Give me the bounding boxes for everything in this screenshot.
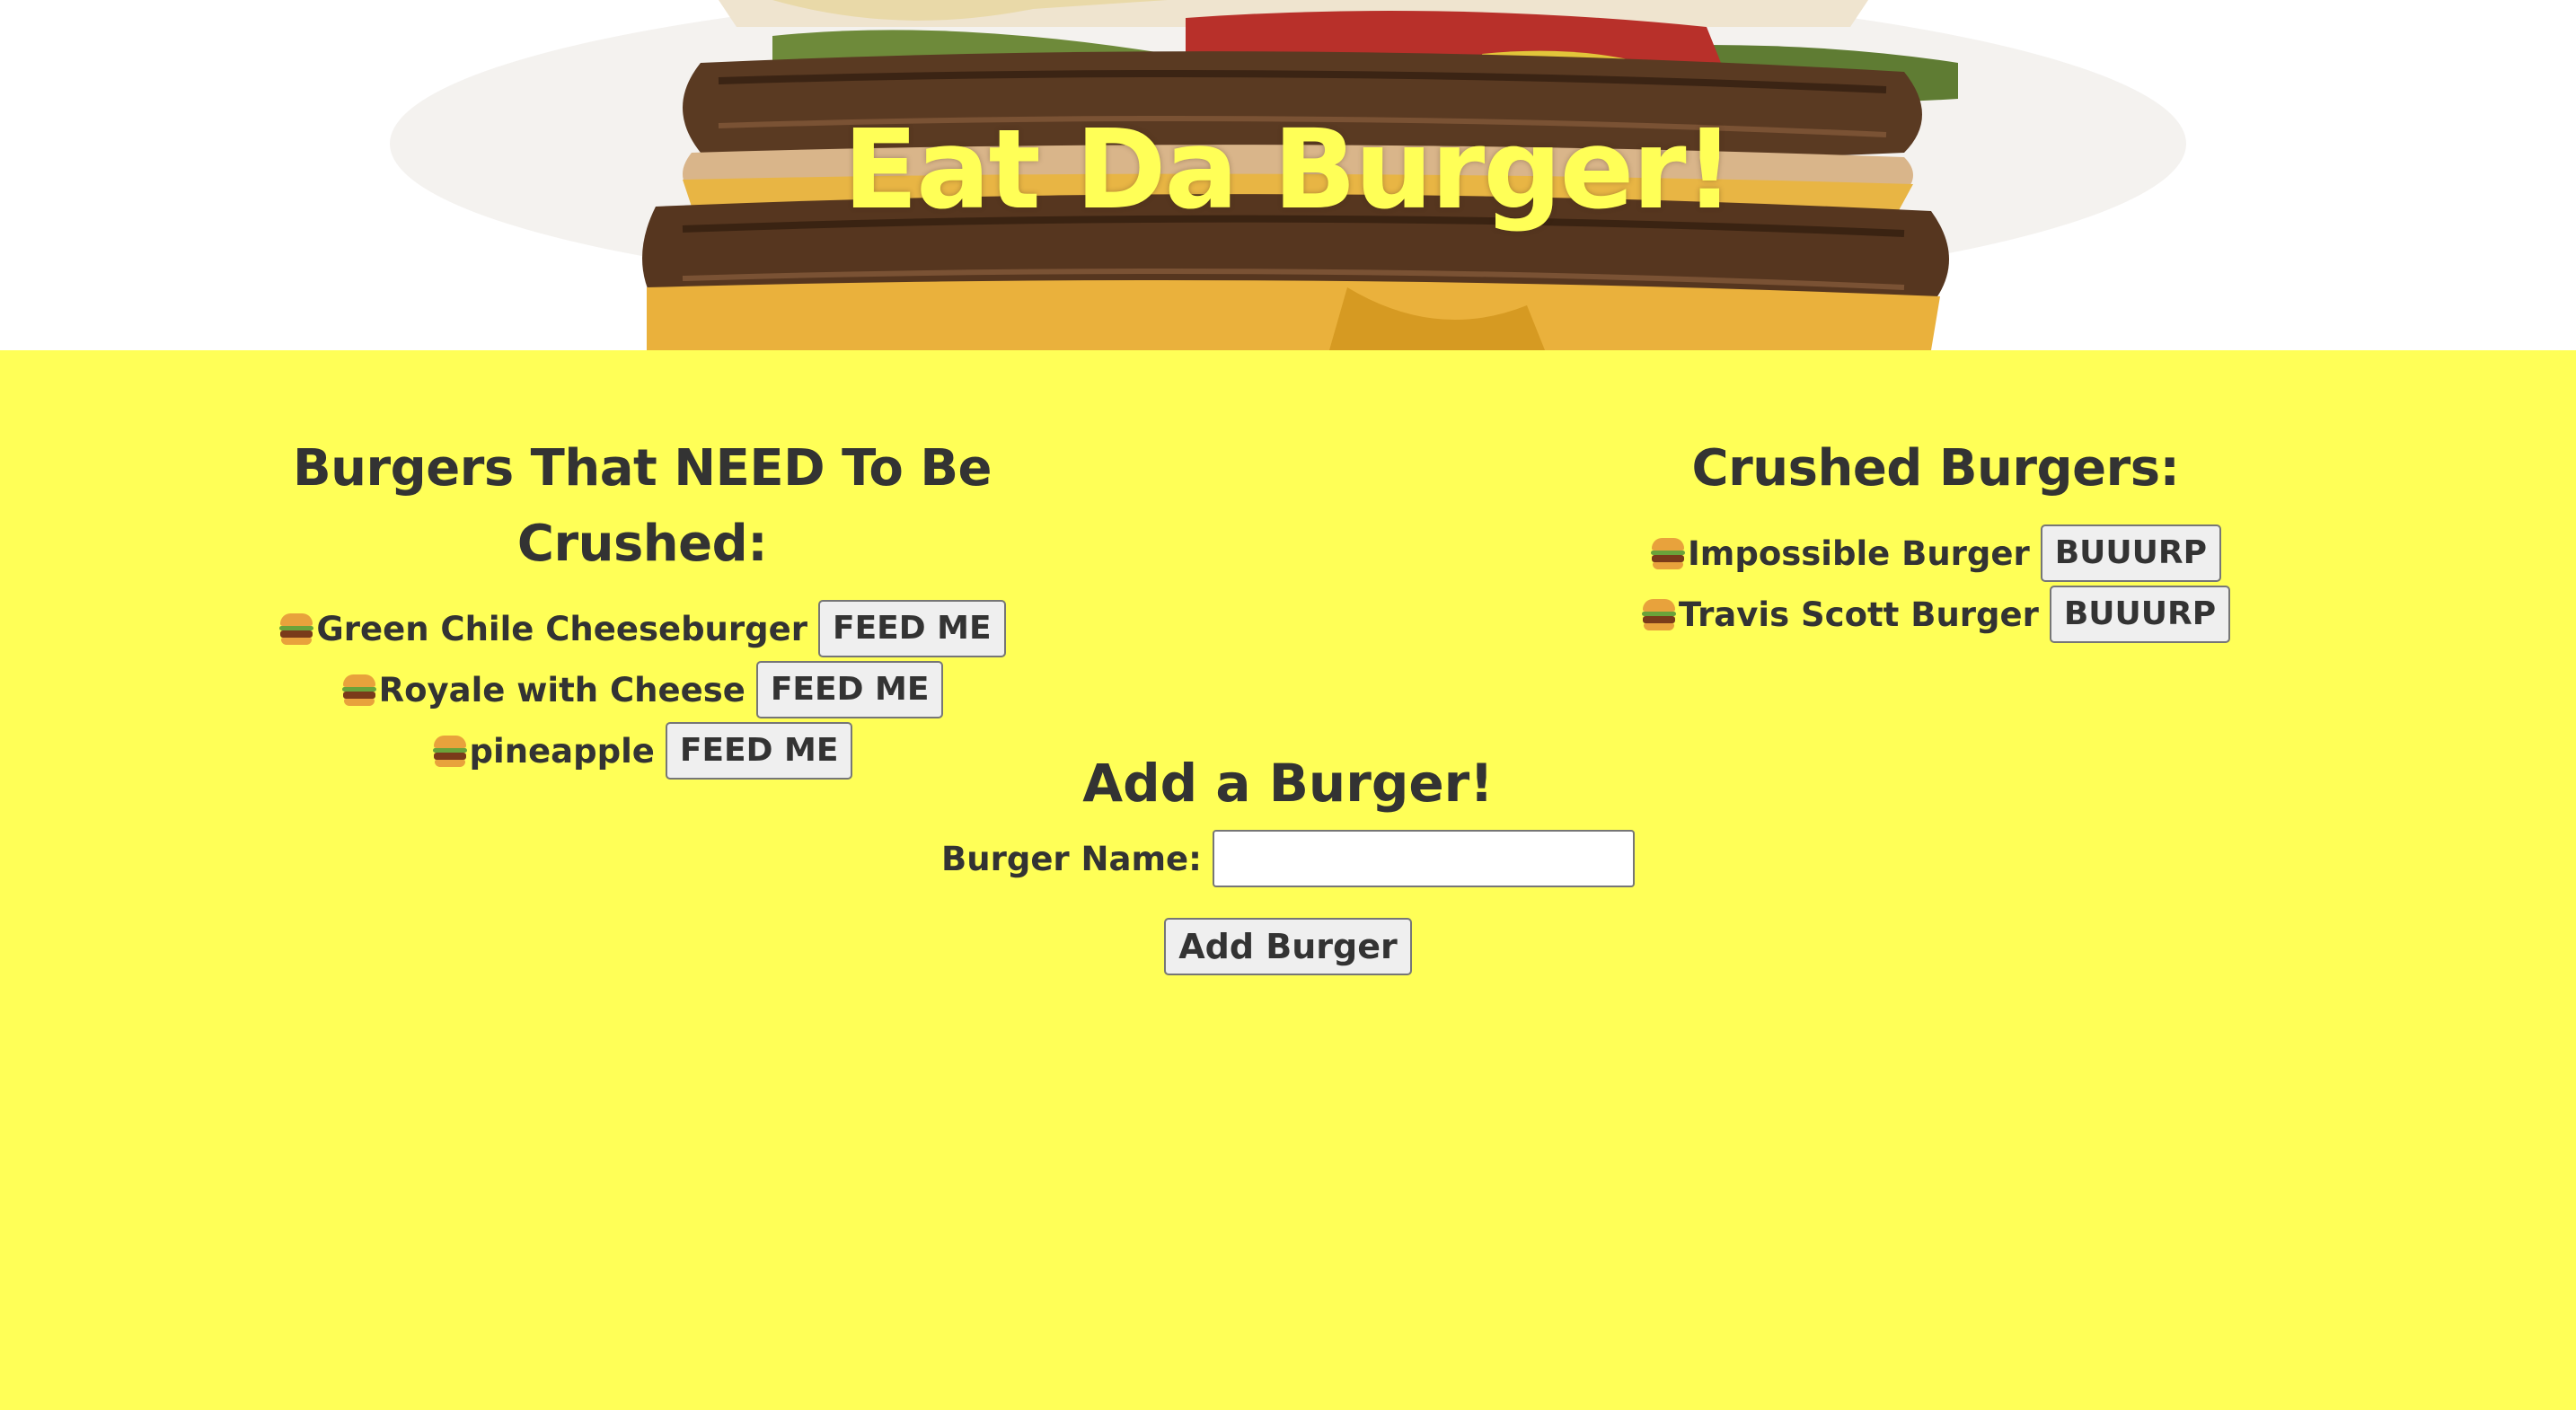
burger-name: Green Chile Cheeseburger	[316, 609, 807, 648]
list-item: Royale with Cheese FEED ME	[162, 659, 1123, 720]
add-burger-form: Add a Burger! Burger Name: Add Burger	[0, 747, 2576, 975]
add-burger-button[interactable]: Add Burger	[1164, 918, 1412, 975]
uncrushed-heading: Burgers That NEED To Be Crushed:	[292, 439, 992, 573]
add-burger-heading: Add a Burger!	[1082, 753, 1494, 814]
burger-name: Royale with Cheese	[378, 670, 745, 709]
list-item: Impossible Burger BUUURP	[1635, 523, 2236, 584]
hamburger-icon	[278, 612, 314, 646]
feed-me-button[interactable]: FEED ME	[755, 661, 944, 718]
site-title: Eat Da Burger!	[842, 106, 1734, 234]
burger-name-row: Burger Name:	[0, 830, 2576, 887]
list-item: Travis Scott Burger BUUURP	[1635, 584, 2236, 645]
feed-me-button[interactable]: FEED ME	[817, 600, 1006, 657]
crushed-burgers-section: Crushed Burgers: Impossible Burger BUUUR…	[1635, 431, 2236, 645]
buuurp-button[interactable]: BUUURP	[2049, 586, 2231, 643]
submit-row: Add Burger	[0, 918, 2576, 975]
hamburger-icon	[341, 673, 377, 707]
burger-name: Impossible Burger	[1688, 533, 2030, 573]
burger-name: Travis Scott Burger	[1678, 595, 2039, 634]
hamburger-icon	[1650, 536, 1686, 570]
crushed-heading: Crushed Burgers:	[1691, 439, 2180, 498]
list-item: Green Chile Cheeseburger FEED ME	[162, 598, 1123, 659]
burger-name-input[interactable]	[1212, 830, 1635, 887]
buuurp-button[interactable]: BUUURP	[2040, 524, 2221, 582]
uncrushed-burgers-section: Burgers That NEED To Be Crushed: Green C…	[162, 431, 1123, 781]
hero-banner: Eat Da Burger!	[0, 0, 2576, 350]
hamburger-icon	[1641, 597, 1677, 631]
burger-name-label: Burger Name:	[941, 839, 1202, 878]
